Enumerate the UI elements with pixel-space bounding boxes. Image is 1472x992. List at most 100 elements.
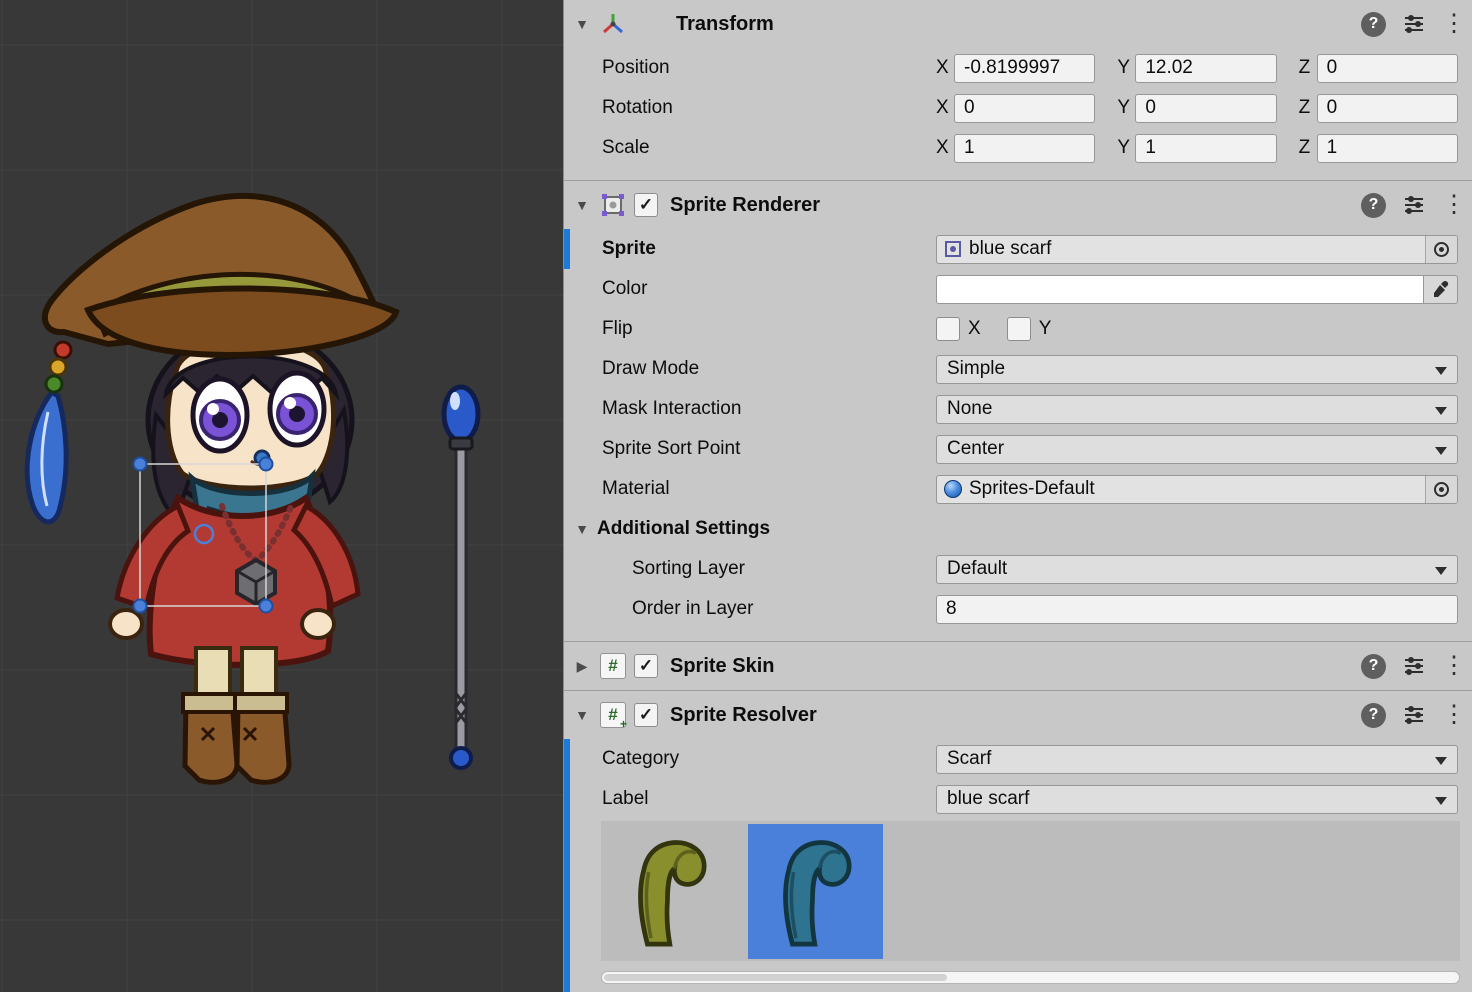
material-icon <box>943 479 963 499</box>
mask-interaction-dropdown[interactable]: None <box>936 395 1458 424</box>
sprite-variant-strip <box>601 821 1460 961</box>
green-scarf-image <box>612 832 730 950</box>
scale-y-field[interactable]: 1 <box>1135 134 1276 163</box>
sprite-thumbnail-green-scarf[interactable] <box>603 824 738 959</box>
sprite-skin-header[interactable]: ▶ # ✓ Sprite Skin ? <box>564 642 1472 690</box>
rotation-x-field[interactable]: 0 <box>954 94 1095 123</box>
sprite-sort-point-dropdown[interactable]: Center <box>936 435 1458 464</box>
sprite-skin-title: Sprite Skin <box>670 655 774 678</box>
help-icon[interactable]: ? <box>1361 12 1386 37</box>
thumbnail-scrollbar[interactable] <box>601 971 1460 984</box>
color-row: Color <box>564 269 1472 309</box>
sprite-renderer-icon <box>599 191 627 219</box>
foldout-expanded-icon[interactable]: ▼ <box>572 16 592 32</box>
axis-y-label: Y <box>1117 97 1135 119</box>
help-icon[interactable]: ? <box>1361 193 1386 218</box>
label-row: Label blue scarf <box>564 779 1472 819</box>
material-object-name: Sprites-Default <box>963 478 1425 500</box>
sprite-skin-script-icon: # <box>599 652 627 680</box>
preset-icon[interactable] <box>1402 703 1426 727</box>
sprite-skin-enabled-checkbox[interactable]: ✓ <box>634 654 658 678</box>
sprite-thumbnail-blue-scarf[interactable] <box>748 824 883 959</box>
axis-y-label: Y <box>1117 57 1135 79</box>
sprite-sort-point-row: Sprite Sort Point Center <box>564 429 1472 469</box>
foldout-expanded-icon[interactable]: ▼ <box>572 707 592 723</box>
draw-mode-row: Draw Mode Simple <box>564 349 1472 389</box>
flip-y-checkbox[interactable] <box>1007 317 1031 341</box>
order-in-layer-row: Order in Layer 8 <box>564 589 1472 629</box>
sprite-resolver-title: Sprite Resolver <box>670 704 817 727</box>
sprite-sort-point-label: Sprite Sort Point <box>602 438 936 460</box>
sprite-renderer-header[interactable]: ▼ ✓ Sprite Renderer ? <box>564 181 1472 229</box>
color-label: Color <box>602 278 936 300</box>
eyedropper-icon <box>1432 280 1450 298</box>
kebab-menu-icon[interactable]: ⋮ <box>1442 654 1458 678</box>
sprite-object-picker-button[interactable] <box>1425 236 1457 263</box>
rotation-row: Rotation X0 Y0 Z0 <box>564 88 1472 128</box>
help-icon[interactable]: ? <box>1361 654 1386 679</box>
order-in-layer-label: Order in Layer <box>602 598 936 620</box>
sprite-object-field[interactable]: blue scarf <box>936 235 1458 264</box>
preset-icon[interactable] <box>1402 193 1426 217</box>
kebab-menu-icon[interactable]: ⋮ <box>1442 703 1458 727</box>
inspector-panel: ▼ Transform ? <box>563 0 1472 992</box>
transform-title: Transform <box>676 13 774 36</box>
kebab-menu-icon[interactable]: ⋮ <box>1442 12 1458 36</box>
transform-header[interactable]: ▼ Transform ? <box>564 0 1472 48</box>
position-x-field[interactable]: -0.8199997 <box>954 54 1095 83</box>
axis-z-label: Z <box>1299 57 1317 79</box>
scale-row: Scale X1 Y1 Z1 <box>564 128 1472 168</box>
transform-icon <box>599 10 627 38</box>
mask-interaction-label: Mask Interaction <box>602 398 936 420</box>
preset-icon[interactable] <box>1402 12 1426 36</box>
flip-x-label: X <box>968 318 981 340</box>
label-dropdown[interactable]: blue scarf <box>936 785 1458 814</box>
rotation-y-field[interactable]: 0 <box>1135 94 1276 123</box>
position-y-field[interactable]: 12.02 <box>1135 54 1276 83</box>
preset-icon[interactable] <box>1402 654 1426 678</box>
object-picker-icon <box>1434 482 1449 497</box>
eyedropper-button[interactable] <box>1424 275 1458 304</box>
scale-z-field[interactable]: 1 <box>1317 134 1458 163</box>
additional-settings-label: Additional Settings <box>597 518 770 540</box>
foldout-expanded-icon[interactable]: ▼ <box>572 521 592 537</box>
object-picker-icon <box>1434 242 1449 257</box>
sorting-layer-dropdown[interactable]: Default <box>936 555 1458 584</box>
scene-view[interactable] <box>0 0 563 992</box>
additional-settings-foldout[interactable]: ▼ Additional Settings <box>564 509 1472 549</box>
unity-editor: ▼ Transform ? <box>0 0 1472 992</box>
flip-x-checkbox[interactable] <box>936 317 960 341</box>
sprite-resolver-component: ▼ #+ ✓ Sprite Resolver ? <box>564 690 1472 992</box>
sprite-renderer-enabled-checkbox[interactable]: ✓ <box>634 193 658 217</box>
sprite-skin-component: ▶ # ✓ Sprite Skin ? <box>564 641 1472 690</box>
position-row: Position X-0.8199997 Y12.02 Z0 <box>564 48 1472 88</box>
mask-interaction-row: Mask Interaction None <box>564 389 1472 429</box>
scene-canvas <box>0 0 563 992</box>
sprite-resolver-enabled-checkbox[interactable]: ✓ <box>634 703 658 727</box>
blue-scarf-image <box>757 832 875 950</box>
sprite-asset-icon <box>943 239 963 259</box>
kebab-menu-icon[interactable]: ⋮ <box>1442 193 1458 217</box>
sprite-renderer-component: ▼ ✓ Sprite Renderer ? <box>564 180 1472 641</box>
sprite-label: Sprite <box>602 238 936 260</box>
draw-mode-dropdown[interactable]: Simple <box>936 355 1458 384</box>
material-object-field[interactable]: Sprites-Default <box>936 475 1458 504</box>
axis-y-label: Y <box>1117 137 1135 159</box>
scale-label: Scale <box>602 137 936 159</box>
category-dropdown[interactable]: Scarf <box>936 745 1458 774</box>
axis-z-label: Z <box>1299 137 1317 159</box>
rotation-z-field[interactable]: 0 <box>1317 94 1458 123</box>
foldout-expanded-icon[interactable]: ▼ <box>572 197 592 213</box>
order-in-layer-field[interactable]: 8 <box>936 595 1458 624</box>
sprite-row: Sprite blue scarf <box>564 229 1472 269</box>
draw-mode-label: Draw Mode <box>602 358 936 380</box>
color-swatch[interactable] <box>936 275 1424 304</box>
sprite-resolver-header[interactable]: ▼ #+ ✓ Sprite Resolver ? <box>564 691 1472 739</box>
help-icon[interactable]: ? <box>1361 703 1386 728</box>
position-label: Position <box>602 57 936 79</box>
scale-x-field[interactable]: 1 <box>954 134 1095 163</box>
axis-z-label: Z <box>1299 97 1317 119</box>
material-object-picker-button[interactable] <box>1425 476 1457 503</box>
foldout-collapsed-icon[interactable]: ▶ <box>572 658 592 675</box>
position-z-field[interactable]: 0 <box>1317 54 1458 83</box>
